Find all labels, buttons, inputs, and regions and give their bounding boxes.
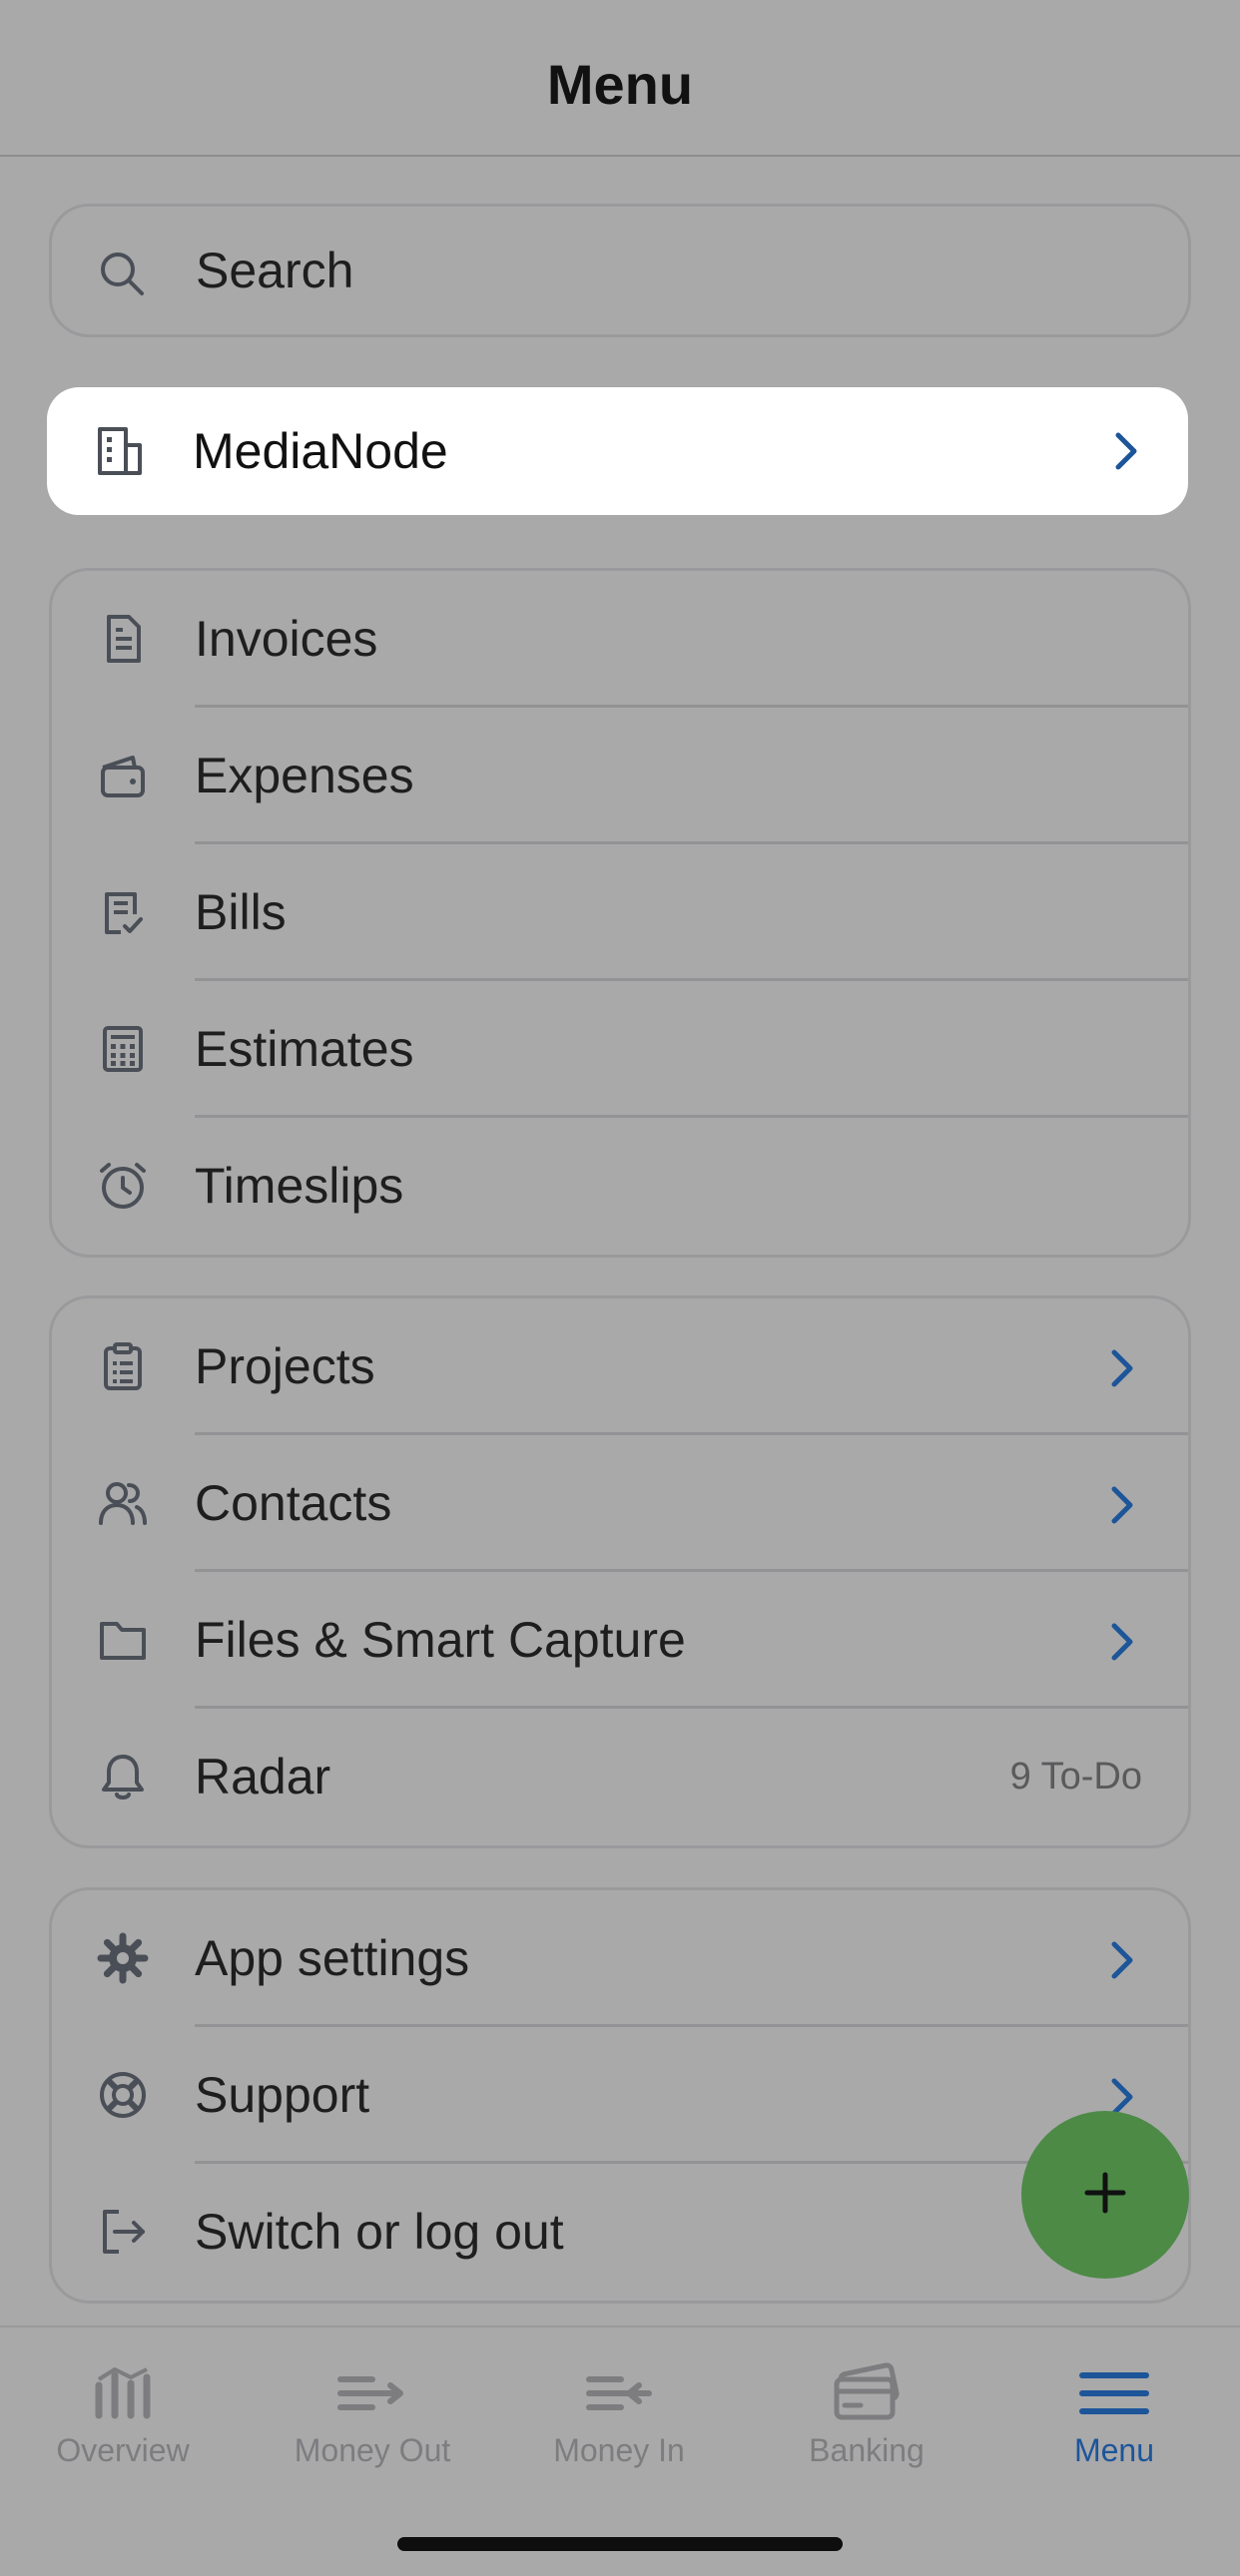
calculator-icon [97,1023,149,1075]
folder-icon [97,1614,149,1666]
organization-name: MediaNode [193,423,448,479]
menu-item-radar[interactable]: Radar 9 To-Do [52,1709,1188,1845]
search-icon [97,249,147,298]
logout-icon [97,2206,149,2258]
tab-money-out[interactable]: Money Out [253,2327,492,2517]
menu-item-app-settings[interactable]: App settings [52,1890,1188,2027]
menu-item-label: App settings [195,1930,470,1986]
money-out-icon [332,2357,412,2427]
bill-check-icon [97,886,149,938]
top-bar: Menu [0,0,1240,157]
menu-item-label: Expenses [195,748,414,803]
home-indicator [397,2537,843,2551]
search-field[interactable]: Search [49,204,1191,337]
finance-group: Invoices Expenses Bills Estimates Timesl… [49,568,1191,1258]
menu-item-label: Timeslips [195,1158,404,1214]
users-icon [97,1477,149,1529]
menu-item-label: Files & Smart Capture [195,1612,686,1668]
menu-item-label: Contacts [195,1475,392,1531]
document-icon [97,613,149,665]
menu-item-invoices[interactable]: Invoices [52,571,1188,708]
menu-item-files[interactable]: Files & Smart Capture [52,1572,1188,1709]
tab-label: Banking [809,2432,925,2468]
banking-icon [827,2357,907,2427]
workspace-group: Projects Contacts Files & Smart Capture … [49,1295,1191,1848]
search-label: Search [196,243,354,298]
lifebuoy-icon [97,2069,149,2121]
bell-icon [97,1751,149,1803]
organization-button[interactable]: MediaNode [47,387,1188,515]
menu-item-estimates[interactable]: Estimates [52,981,1188,1118]
menu-item-label: Support [195,2067,370,2123]
menu-icon [1074,2357,1154,2427]
add-button[interactable] [1021,2111,1189,2279]
page-title: Menu [546,53,694,116]
tab-money-in[interactable]: Money In [499,2327,739,2517]
menu-item-expenses[interactable]: Expenses [52,708,1188,844]
building-icon [94,425,146,477]
clipboard-icon [97,1340,149,1392]
plus-icon [1081,2169,1129,2222]
menu-item-label: Projects [195,1338,375,1394]
menu-item-label: Estimates [195,1021,414,1077]
chevron-right-icon [1106,427,1146,475]
menu-item-switch-logout[interactable]: Switch or log out [52,2164,1188,2301]
menu-item-support[interactable]: Support [52,2027,1188,2164]
account-group: App settings Support Switch or log out [49,1887,1191,2304]
menu-item-projects[interactable]: Projects [52,1298,1188,1435]
menu-item-contacts[interactable]: Contacts [52,1435,1188,1572]
tab-label: Overview [56,2432,190,2468]
menu-item-bills[interactable]: Bills [52,844,1188,981]
menu-item-label: Switch or log out [195,2204,564,2260]
menu-item-timeslips[interactable]: Timeslips [52,1118,1188,1255]
tab-label: Menu [1073,2432,1155,2468]
overview-icon [83,2357,163,2427]
chevron-right-icon [1102,1618,1142,1666]
chevron-right-icon [1102,1344,1142,1392]
chevron-right-icon [1102,1936,1142,1984]
alarm-clock-icon [97,1160,149,1212]
menu-item-label: Radar [195,1749,331,1804]
tab-label: Money Out [294,2432,451,2468]
wallet-icon [97,750,149,801]
tab-menu[interactable]: Menu [994,2327,1234,2517]
menu-item-label: Bills [195,884,287,940]
tab-overview[interactable]: Overview [3,2327,243,2517]
gear-icon [97,1932,149,1984]
todo-count-badge: 9 To-Do [1009,1756,1142,1798]
tab-label: Money In [553,2432,685,2468]
tab-banking[interactable]: Banking [747,2327,986,2517]
menu-item-label: Invoices [195,611,378,667]
chevron-right-icon [1102,1481,1142,1529]
money-in-icon [579,2357,659,2427]
